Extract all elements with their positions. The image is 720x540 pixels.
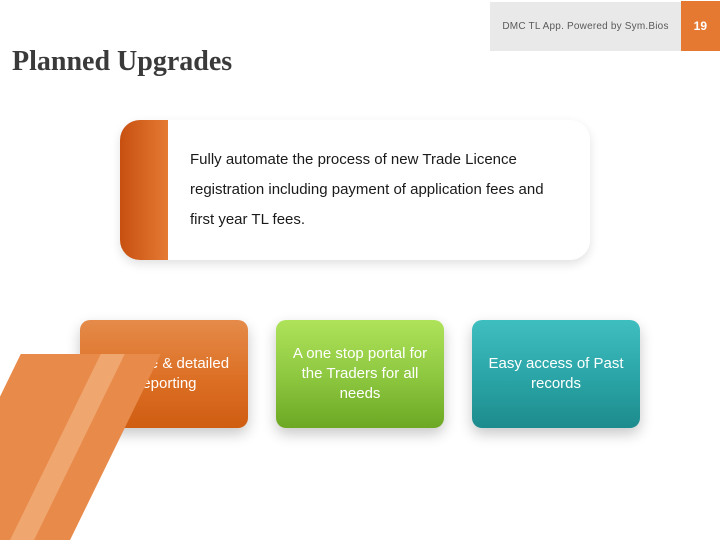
callout-pill: Fully automate the process of new Trade … xyxy=(120,120,590,260)
cards-row: Accurate & detailed Reporting A one stop… xyxy=(80,320,640,428)
callout-body: Fully automate the process of new Trade … xyxy=(168,120,590,260)
card-records: Easy access of Past records xyxy=(472,320,640,428)
page-title: Planned Upgrades xyxy=(12,46,232,78)
card-label: A one stop portal for the Traders for al… xyxy=(290,344,430,405)
page-number: 19 xyxy=(681,1,720,51)
card-label: Easy access of Past records xyxy=(486,354,626,395)
card-portal: A one stop portal for the Traders for al… xyxy=(276,320,444,428)
header-strip: DMC TL App. Powered by Sym.Bios 19 xyxy=(490,0,720,52)
callout-stripe xyxy=(120,120,168,260)
callout-text: Fully automate the process of new Trade … xyxy=(190,145,568,235)
slide: DMC TL App. Powered by Sym.Bios 19 Plann… xyxy=(0,0,720,540)
app-label: DMC TL App. Powered by Sym.Bios xyxy=(490,2,680,51)
